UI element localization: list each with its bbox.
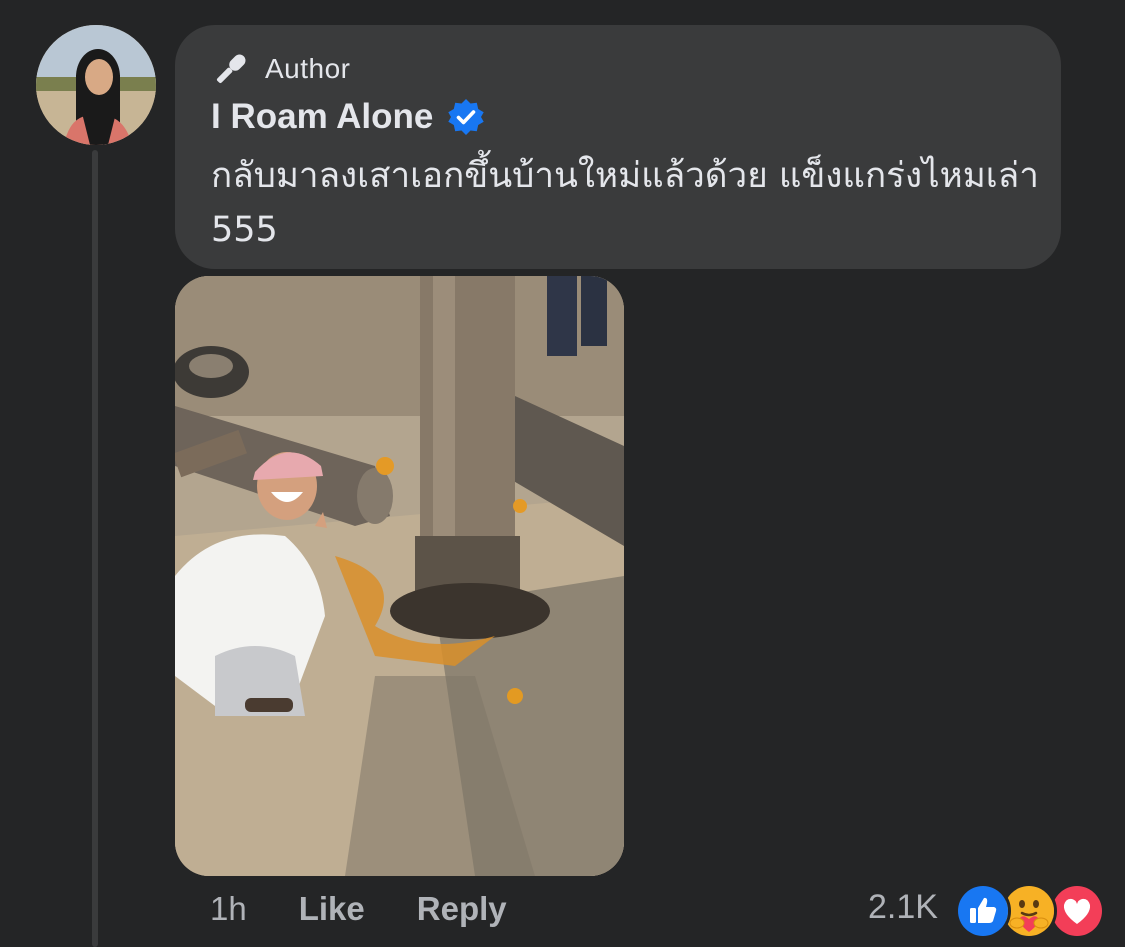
author-badge: Author <box>211 49 351 89</box>
author-name[interactable]: I Roam Alone <box>211 97 433 137</box>
comment-actions: 1h Like Reply <box>210 890 507 928</box>
avatar[interactable] <box>36 25 156 145</box>
microphone-icon <box>216 54 246 84</box>
author-badge-label: Author <box>265 53 351 84</box>
comment-bubble: Author I Roam Alone กลับมาลงเสาเอกขึ้นบ้… <box>175 25 1061 269</box>
author-name-row: I Roam Alone <box>211 97 485 137</box>
comment-thread: Author I Roam Alone กลับมาลงเสาเอกขึ้นบ้… <box>0 0 1125 947</box>
comment-timestamp[interactable]: 1h <box>210 890 247 928</box>
like-button[interactable]: Like <box>299 890 365 928</box>
comment-text: กลับมาลงเสาเอกขึ้นบ้านใหม่แล้วด้วย แข็งแ… <box>211 156 1039 250</box>
reaction-count[interactable]: 2.1K <box>868 888 938 927</box>
love-icon <box>1049 883 1105 939</box>
reaction-icons[interactable] <box>955 883 1105 939</box>
like-icon <box>955 883 1011 939</box>
verified-badge-icon <box>448 99 485 135</box>
thread-line <box>92 150 98 947</box>
comment-photo[interactable] <box>175 276 624 876</box>
reply-button[interactable]: Reply <box>417 890 507 928</box>
